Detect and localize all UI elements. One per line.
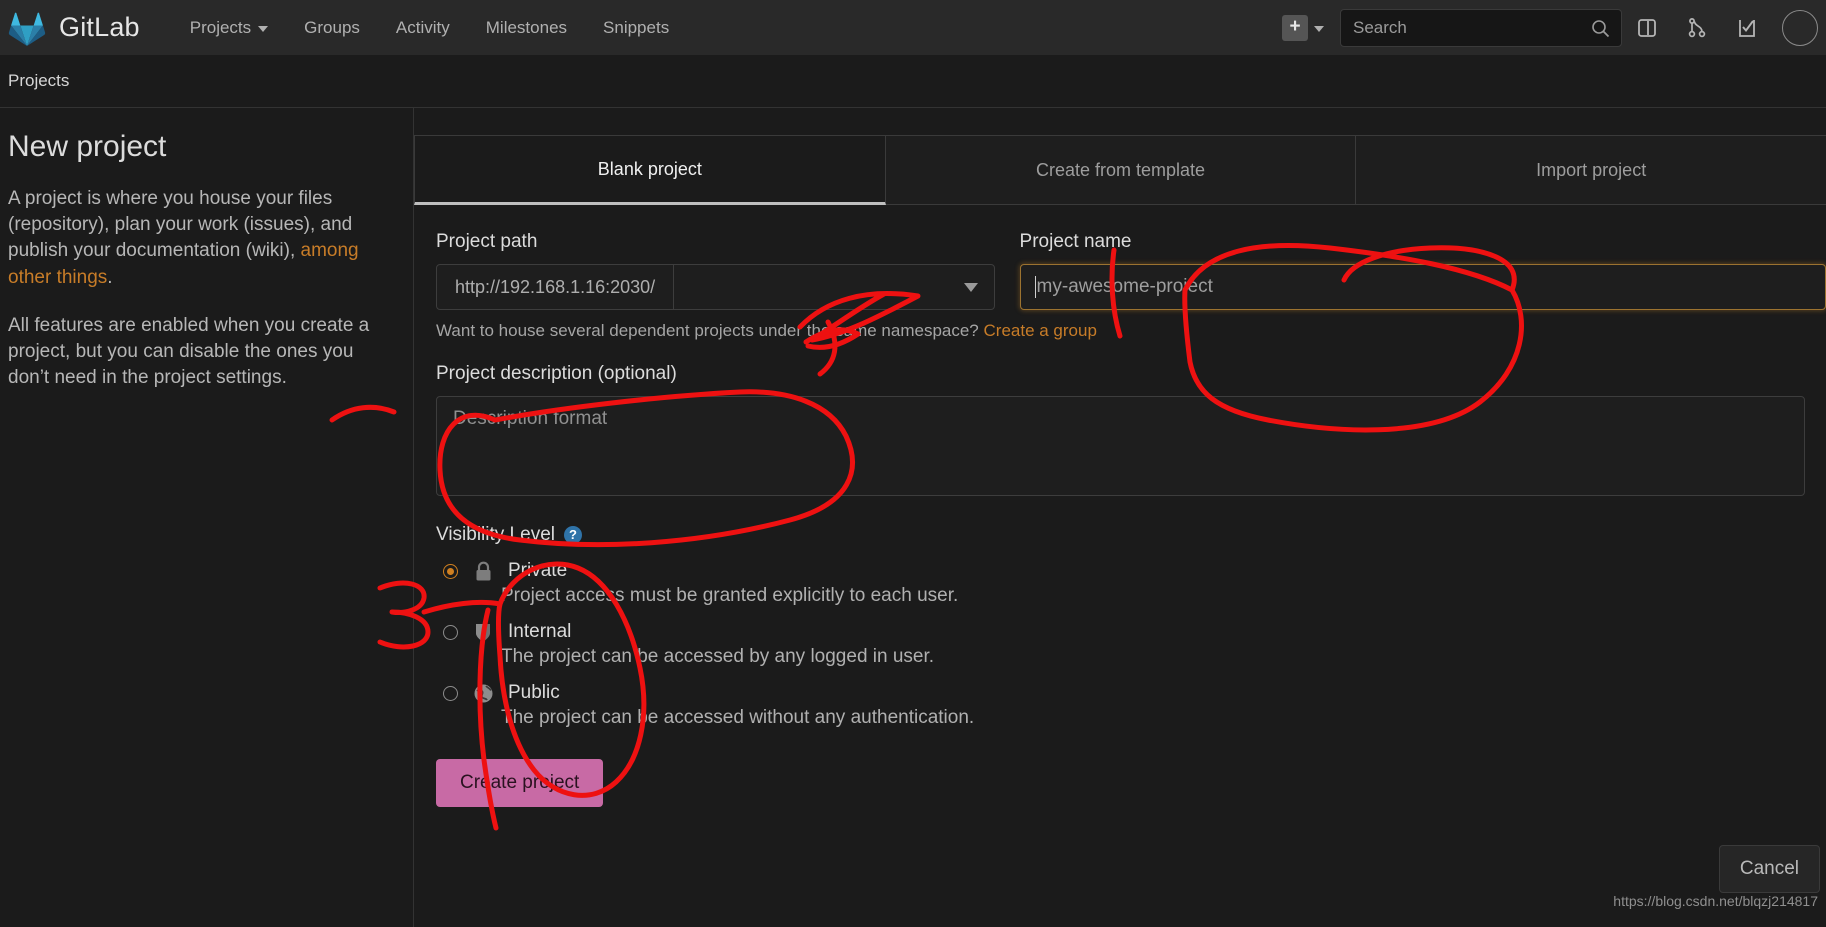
search-placeholder: Search [1353,17,1407,37]
todos-button[interactable] [1722,0,1772,55]
tab-blank-project-label: Blank project [597,158,702,179]
lock-icon-wrap [472,561,494,582]
plus-icon: + [1282,14,1308,41]
nav-link-snippets[interactable]: Snippets [585,0,687,55]
intro-paragraph-2: All features are enabled when you create… [8,314,370,389]
radio-private[interactable] [443,563,458,579]
visibility-option-internal[interactable]: Internal The project can be accessed by … [436,621,1826,668]
create-a-group-link[interactable]: Create a group [984,321,1097,340]
issue-board-icon [1638,18,1656,37]
nav-link-groups[interactable]: Groups [286,0,378,55]
nav-link-projects[interactable]: Projects [172,0,286,55]
nav-link-activity-label: Activity [395,17,450,37]
top-navigation-bar: GitLab Projects Groups Activity Mileston… [0,0,1826,55]
nav-link-milestones[interactable]: Milestones [468,0,585,55]
namespace-select[interactable] [674,265,993,309]
lock-icon [476,561,490,580]
intro-paragraph-1: A project is where you house your files … [8,186,383,291]
gitlab-brand[interactable]: GitLab [8,10,140,46]
blank-project-form: Project path http://192.168.1.16:2030/ P… [414,205,1826,807]
path-and-name-row: Project path http://192.168.1.16:2030/ P… [436,205,1826,310]
project-path-prefix: http://192.168.1.16:2030/ [437,265,675,309]
visibility-public-name: Public [508,682,560,703]
chevron-down-icon [1314,25,1324,32]
nav-link-snippets-label: Snippets [603,17,670,37]
new-project-intro-pane: New project A project is where you house… [0,108,413,927]
nav-right-cluster: + Search [1282,0,1826,55]
gitlab-logo-icon [8,12,46,46]
visibility-private-description: Project access must be granted explicitl… [501,585,959,606]
project-path-input-group: http://192.168.1.16:2030/ [436,264,995,310]
project-type-tabs: Blank project Create from template Impor… [414,135,1826,205]
tab-import-project-label: Import project [1536,159,1647,180]
project-name-group: Project name my-awesome-project [1019,205,1826,310]
primary-nav-links: Projects Groups Activity Milestones Snip… [172,0,687,55]
visibility-option-private[interactable]: Private Project access must be granted e… [436,560,1826,607]
nav-link-milestones-label: Milestones [485,17,568,37]
project-description-input[interactable]: Description format [436,396,1805,496]
cancel-button[interactable]: Cancel [1718,845,1820,893]
project-description-label: Project description (optional) [436,363,677,384]
tab-import-project[interactable]: Import project [1356,135,1826,205]
visibility-public-description: The project can be accessed without any … [501,707,975,728]
merge-requests-button[interactable] [1672,0,1722,55]
project-name-placeholder: my-awesome-project [1036,276,1213,297]
nav-link-projects-label: Projects [189,17,252,37]
shield-icon-wrap [472,622,494,643]
todos-icon [1739,19,1755,37]
globe-icon-wrap [472,683,494,704]
issue-board-button[interactable] [1622,0,1672,55]
visibility-option-public[interactable]: Public The project can be accessed witho… [436,682,1826,729]
tab-create-from-template-label: Create from template [1035,159,1206,180]
radio-internal[interactable] [443,624,458,640]
visibility-level-label: Visibility Level [436,524,555,545]
shield-icon [476,623,490,641]
chevron-down-icon [963,282,978,292]
project-path-label: Project path [436,231,538,252]
chevron-down-icon [258,25,269,32]
namespace-hint-text: Want to house several dependent projects… [436,321,979,340]
form-actions: Create project [436,759,1826,807]
create-project-button[interactable]: Create project [436,759,604,807]
project-description-placeholder: Description format [453,408,608,429]
visibility-internal-line: Internal [443,621,1826,643]
visibility-private-line: Private [443,560,1826,582]
nav-link-activity[interactable]: Activity [378,0,468,55]
namespace-hint: Want to house several dependent projects… [436,321,1826,341]
visibility-level-header: Visibility Level ? [436,524,1826,546]
new-item-dropdown[interactable]: + [1282,14,1324,41]
merge-request-icon [1688,17,1706,37]
visibility-internal-name: Internal [508,621,572,642]
new-project-form-pane: Blank project Create from template Impor… [413,108,1826,927]
intro-p1-after: . [107,266,113,288]
project-name-input[interactable]: my-awesome-project [1019,264,1826,310]
tab-blank-project[interactable]: Blank project [414,135,886,205]
breadcrumb: Projects [0,55,1826,108]
nav-link-groups-label: Groups [304,17,360,37]
brand-name: GitLab [59,12,140,42]
visibility-private-name: Private [508,560,568,581]
visibility-public-line: Public [443,682,1826,704]
help-icon[interactable]: ? [563,526,582,544]
project-name-label: Project name [1019,231,1132,252]
radio-public[interactable] [443,685,458,701]
breadcrumb-projects[interactable]: Projects [8,71,69,91]
avatar[interactable] [1782,9,1818,46]
search-input[interactable]: Search [1340,8,1622,47]
gitlab-new-project-page: GitLab Projects Groups Activity Mileston… [0,0,1826,927]
text-cursor [1034,276,1036,298]
project-path-group: Project path http://192.168.1.16:2030/ [436,205,995,310]
globe-icon [474,684,492,702]
visibility-internal-description: The project can be accessed by any logge… [501,646,935,667]
tab-create-from-template[interactable]: Create from template [885,135,1357,205]
search-icon [1592,19,1610,37]
page-title: New project [8,130,167,163]
